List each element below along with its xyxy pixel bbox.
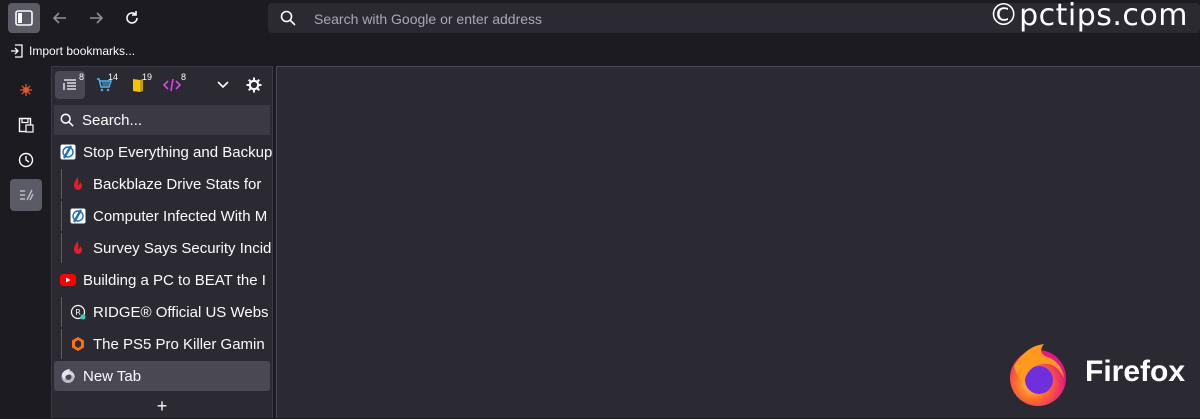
tab-title: New Tab — [83, 367, 142, 385]
tab-item[interactable]: Backblaze Drive Stats for — [52, 169, 272, 199]
tab-item[interactable]: Stop Everything and Backup — [52, 137, 272, 167]
tab-title: Stop Everything and Backup — [83, 143, 272, 161]
sidebar-strip — [0, 66, 50, 417]
forward-arrow-icon — [90, 12, 104, 24]
pctips-icon — [70, 208, 86, 224]
url-input[interactable] — [312, 3, 916, 35]
history-icon — [18, 152, 34, 168]
firefox-wordmark: Firefox — [1085, 355, 1186, 388]
pctips-icon — [60, 144, 76, 160]
reload-button[interactable] — [116, 3, 148, 33]
tree-indent-line — [61, 169, 62, 199]
tree-indent-line — [61, 233, 62, 263]
youtube-icon — [60, 272, 76, 288]
reload-icon — [126, 11, 138, 24]
backblaze-icon — [70, 176, 86, 192]
tab-title: Building a PC to BEAT the I — [83, 271, 266, 289]
search-icon — [280, 10, 296, 26]
panel-tab-shopping[interactable]: 14 — [89, 71, 119, 99]
tree-tabs-icon — [20, 189, 34, 201]
tab-title: Backblaze Drive Stats for — [93, 175, 262, 193]
save-icon — [18, 117, 34, 133]
tab-tree-panel: 8 14 19 8 Stop Everything and Backup Back… — [51, 66, 273, 418]
sidebar-save-button[interactable] — [10, 109, 42, 141]
back-button[interactable] — [44, 3, 76, 33]
firefox-icon — [60, 368, 76, 384]
sidebar-history-button[interactable] — [10, 144, 42, 176]
tab-item[interactable]: The PS5 Pro Killer Gamin — [52, 329, 272, 359]
import-icon — [11, 44, 23, 58]
code-icon — [163, 78, 181, 92]
backblaze-icon — [70, 240, 86, 256]
tab-title: Computer Infected With M — [93, 207, 268, 225]
import-bookmarks-button[interactable]: Import bookmarks... — [10, 44, 135, 58]
tab-search-input[interactable] — [80, 110, 264, 130]
svg-text:R: R — [75, 308, 81, 317]
new-tab-button[interactable]: + — [52, 393, 272, 419]
watermark: ©pctips.com — [988, 0, 1188, 33]
sidebar-icon — [15, 10, 33, 26]
tab-search-box[interactable] — [54, 105, 270, 135]
panel-settings-button[interactable] — [239, 71, 269, 99]
tab-title: Survey Says Security Incid — [93, 239, 272, 257]
add-tab-label: + — [156, 395, 168, 416]
tab-list-icon — [63, 79, 76, 90]
extension-icon — [20, 84, 32, 96]
forward-button[interactable] — [80, 3, 112, 33]
tab-title: RIDGE® Official US Webs — [93, 303, 269, 321]
tab-item[interactable]: R RIDGE® Official US Webs — [52, 297, 272, 327]
sidebar-tree-tabs-button[interactable] — [10, 179, 42, 211]
panel-tab-tabs[interactable]: 8 — [55, 71, 85, 99]
tree-indent-line — [61, 297, 62, 327]
dev-count-badge: 8 — [180, 72, 186, 82]
panel-tab-strip: 8 14 19 8 — [52, 67, 272, 103]
tab-item-active[interactable]: New Tab — [54, 361, 270, 391]
import-bookmarks-label: Import bookmarks... — [29, 44, 136, 58]
panel-tab-dev[interactable]: 8 — [157, 71, 187, 99]
hardware-icon — [70, 336, 86, 352]
tab-item[interactable]: Survey Says Security Incid — [52, 233, 272, 263]
navigation-toolbar: ©pctips.com — [0, 0, 1200, 38]
panel-tab-reading[interactable]: 19 — [123, 71, 153, 99]
back-arrow-icon — [52, 12, 66, 24]
tree-indent-line — [61, 201, 62, 231]
tab-item[interactable]: Computer Infected With M — [52, 201, 272, 231]
chevron-down-icon — [217, 81, 229, 89]
bookmarks-toolbar: Import bookmarks... — [0, 38, 1200, 66]
shopping-count-badge: 14 — [107, 72, 118, 82]
tab-count-badge: 8 — [78, 72, 84, 82]
reading-count-badge: 19 — [141, 72, 152, 82]
gear-icon — [246, 77, 262, 93]
tab-title: The PS5 Pro Killer Gamin — [93, 335, 265, 353]
tab-item[interactable]: Building a PC to BEAT the I — [52, 265, 272, 295]
panel-menu-dropdown-button[interactable] — [208, 71, 238, 99]
sidebar-toggle-button[interactable] — [8, 3, 40, 33]
tree-indent-line — [61, 329, 62, 359]
firefox-logo-icon — [1010, 344, 1066, 406]
sidebar-extension-button[interactable] — [10, 74, 42, 106]
search-icon — [60, 113, 74, 127]
ridge-icon: R — [70, 304, 86, 320]
